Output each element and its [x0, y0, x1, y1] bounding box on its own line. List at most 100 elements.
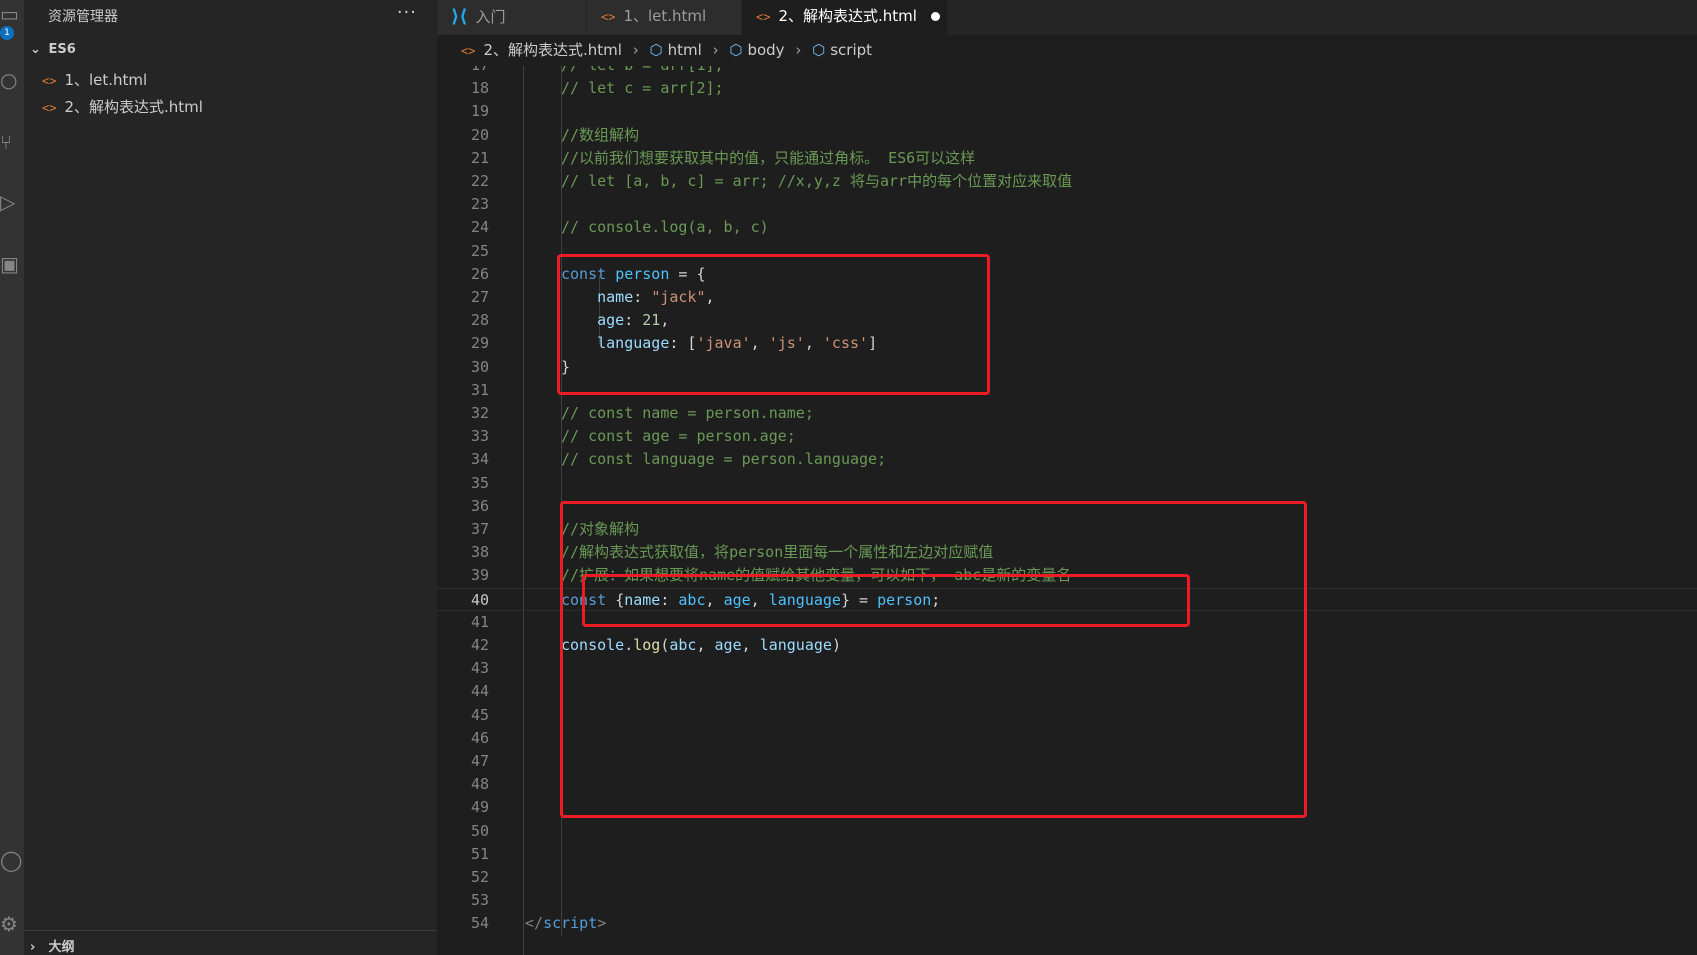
tab-destructuring-html[interactable]: <> 2、解构表达式.html — [742, 0, 948, 35]
activity-bar: ▭ 1 ○ ⑂ ▷ ▣ ◯ ⚙ — [0, 0, 24, 955]
code-token: // let b = arr[1]; — [561, 66, 724, 74]
line-number: 33 — [470, 427, 489, 446]
code-text: // const language = person.language; — [561, 448, 886, 471]
element-cube-icon: ⬡ — [649, 41, 663, 59]
explorer-icon[interactable]: ▭ — [0, 2, 24, 26]
folder-es6[interactable]: ⌄ ES6 — [30, 42, 76, 57]
code-line[interactable]: 51 — [437, 843, 1697, 866]
outline-label: 大纲 — [48, 940, 75, 955]
explorer-sidebar: 资源管理器 ··· ⌄ ES6 <> 1、let.html <> 2、解构表达式.h… — [24, 0, 437, 955]
line-number: 18 — [470, 79, 489, 98]
annotation-box-object — [557, 254, 990, 395]
folder-label: ES6 — [48, 42, 76, 57]
tab-let-html[interactable]: <> 1、let.html — [587, 0, 742, 35]
line-number: 43 — [470, 659, 489, 678]
run-debug-icon[interactable]: ▷ — [0, 190, 24, 214]
code-token: </ — [525, 914, 544, 933]
code-token: // console.log(a, b, c) — [561, 218, 769, 237]
code-line[interactable]: 34 // const language = person.language; — [437, 448, 1697, 471]
code-text: // let [a, b, c] = arr; //x,y,z 将与arr中的每… — [561, 170, 1072, 193]
annotation-box-destructuring — [560, 501, 1307, 818]
unsaved-dot-icon[interactable] — [930, 12, 940, 21]
breadcrumb-script[interactable]: script — [830, 41, 872, 59]
html-file-icon: <> — [42, 74, 57, 88]
code-line[interactable]: 35 — [437, 472, 1697, 495]
line-number: 45 — [470, 705, 489, 724]
code-line[interactable]: 24 // console.log(a, b, c) — [437, 216, 1697, 239]
more-actions-icon[interactable]: ··· — [397, 2, 417, 23]
code-line[interactable]: 18 // let c = arr[2]; — [437, 77, 1697, 100]
chevron-right-icon: › — [712, 41, 719, 59]
source-control-icon[interactable]: ⑂ — [0, 130, 24, 154]
code-text: // console.log(a, b, c) — [561, 216, 769, 239]
line-number: 26 — [470, 264, 489, 283]
file-item-let[interactable]: <> 1、let.html — [42, 69, 147, 90]
outline-section[interactable]: › 大纲 — [30, 936, 75, 955]
account-icon[interactable]: ◯ — [0, 848, 24, 872]
code-token: // let c = arr[2]; — [561, 79, 724, 98]
line-number: 20 — [470, 125, 489, 144]
annotation-box-rename — [582, 574, 1190, 627]
line-number: 24 — [470, 218, 489, 237]
line-number: 37 — [470, 520, 489, 538]
code-line[interactable]: 23 — [437, 193, 1697, 216]
code-line[interactable]: 22 // let [a, b, c] = arr; //x,y,z 将与arr中… — [437, 170, 1697, 193]
html-file-icon: <> — [461, 44, 476, 58]
explorer-title: 资源管理器 — [48, 9, 118, 25]
line-number: 28 — [470, 311, 489, 330]
line-number: 34 — [470, 450, 489, 469]
line-number: 50 — [470, 821, 489, 840]
code-token: // const language = person.language; — [561, 450, 887, 469]
line-number: 53 — [470, 891, 489, 910]
chevron-right-icon: › — [795, 41, 802, 59]
line-number: 47 — [470, 752, 489, 770]
code-line[interactable]: 53 — [437, 889, 1697, 912]
html-file-icon: <> — [756, 10, 771, 24]
extensions-icon[interactable]: ▣ — [0, 252, 24, 276]
line-number: 42 — [470, 636, 489, 654]
file-label: 2、解构表达式.html — [64, 98, 203, 116]
code-line[interactable]: 32 // const name = person.name; — [437, 402, 1697, 425]
line-number: 44 — [470, 682, 489, 701]
code-line[interactable]: 20 //数组解构 — [437, 124, 1697, 147]
code-text: // const name = person.name; — [561, 402, 814, 425]
code-line[interactable]: 33 // const age = person.age; — [437, 425, 1697, 448]
html-file-icon: <> — [42, 101, 57, 115]
code-line[interactable]: 17 // let b = arr[1]; — [437, 66, 1697, 77]
breadcrumb-file[interactable]: 2、解构表达式.html — [483, 41, 621, 59]
element-cube-icon: ⬡ — [729, 41, 743, 59]
file-item-destructuring[interactable]: <> 2、解构表达式.html — [42, 96, 203, 117]
line-number: 41 — [470, 612, 489, 631]
code-text: // let b = arr[1]; — [561, 66, 724, 77]
code-line[interactable]: 52 — [437, 866, 1697, 889]
code-token: script — [543, 914, 598, 933]
breadcrumb-body[interactable]: body — [747, 41, 784, 59]
search-icon[interactable]: ○ — [0, 68, 24, 92]
line-number: 40 — [470, 590, 489, 609]
code-token: // const age = person.age; — [561, 427, 796, 446]
line-number: 17 — [437, 66, 489, 77]
breadcrumb: <> 2、解构表达式.html › ⬡ html › ⬡ body › ⬡ script — [437, 35, 1697, 66]
code-editor[interactable]: 17 // let b = arr[1]; 18 // let c = arr[2];… — [437, 66, 1697, 955]
line-number: 39 — [470, 566, 489, 585]
explorer-badge: 1 — [0, 26, 14, 40]
line-number: 22 — [470, 172, 489, 190]
line-number: 25 — [470, 241, 489, 260]
line-number: 46 — [470, 728, 489, 747]
code-line[interactable]: 54 </script> — [437, 912, 1697, 935]
line-number: 35 — [470, 473, 489, 492]
code-line[interactable]: 19 — [437, 100, 1697, 123]
line-number: 52 — [470, 868, 489, 886]
line-number: 23 — [470, 195, 489, 214]
code-text: //数组解构 — [561, 124, 639, 147]
breadcrumb-html[interactable]: html — [668, 41, 702, 59]
divider — [24, 930, 437, 931]
line-number: 21 — [470, 148, 489, 167]
element-cube-icon: ⬡ — [812, 41, 826, 59]
settings-gear-icon[interactable]: ⚙ — [0, 912, 24, 936]
code-line[interactable]: 50 — [437, 820, 1697, 843]
code-text: //以前我们想要获取其中的值，只能通过角标。 ES6可以这样 — [561, 147, 975, 170]
tab-welcome[interactable]: ⟩⟨ 入门 — [437, 0, 587, 35]
code-token: > — [597, 914, 607, 933]
code-line[interactable]: 21 //以前我们想要获取其中的值，只能通过角标。 ES6可以这样 — [437, 147, 1697, 170]
